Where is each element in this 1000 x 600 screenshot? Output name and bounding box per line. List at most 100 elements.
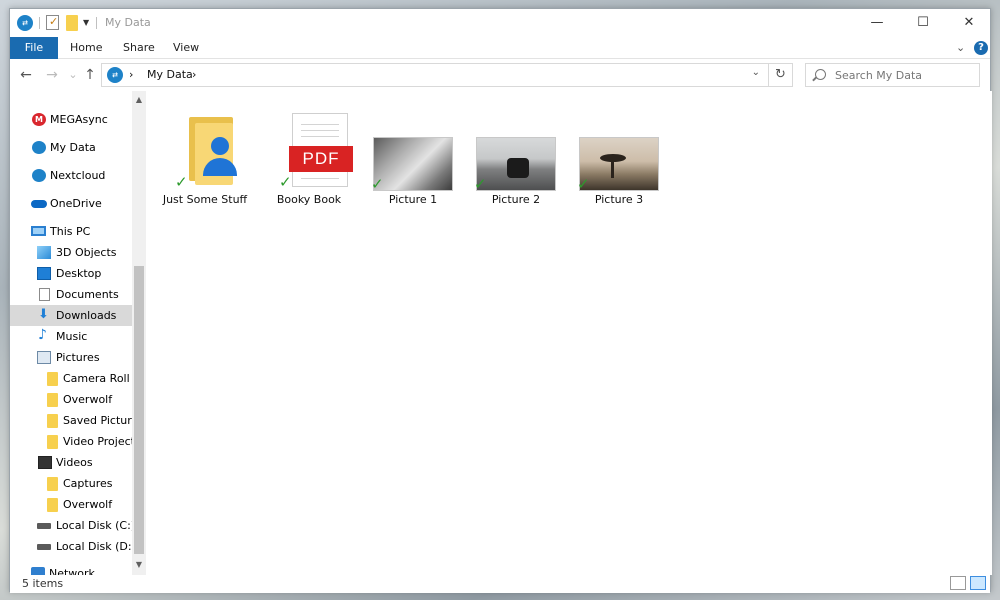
location-icon: ⇄ xyxy=(107,67,123,83)
drive-icon xyxy=(37,523,51,529)
file-tile-picture-1[interactable]: ✓ Picture 1 xyxy=(363,109,463,209)
sidebar-item-label: Captures xyxy=(63,477,113,490)
sidebar-item-label: Desktop xyxy=(56,267,102,280)
sidebar-item-label: Videos xyxy=(56,456,93,469)
tab-view[interactable]: View xyxy=(161,37,211,59)
sync-check-icon: ✓ xyxy=(474,175,487,193)
maximize-button[interactable]: ☐ xyxy=(900,9,946,37)
help-icon[interactable]: ? xyxy=(974,41,988,55)
sidebar-item-downloads[interactable]: ⬇ Downloads xyxy=(10,305,132,326)
tab-share[interactable]: Share xyxy=(111,37,167,59)
search-input[interactable]: Search My Data xyxy=(835,69,922,82)
breadcrumb-separator[interactable]: › xyxy=(129,68,133,81)
sync-check-icon: ✓ xyxy=(175,173,188,191)
sidebar-item-label: Music xyxy=(56,330,88,343)
minimize-button[interactable]: — xyxy=(854,9,900,37)
sidebar-scrollbar[interactable]: ▲ ▼ xyxy=(132,91,146,575)
sidebar-item-label: MEGAsync xyxy=(50,113,108,126)
file-name: Picture 3 xyxy=(594,193,644,206)
video-icon xyxy=(38,456,52,469)
sidebar-item-captures[interactable]: Captures xyxy=(10,473,132,494)
tree-trunk xyxy=(611,160,614,178)
sidebar-item-this-pc[interactable]: This PC xyxy=(10,221,132,242)
sidebar-item-label: Documents xyxy=(56,288,119,301)
file-list: ✓ Just Some Stuff PDF ✓ Booky Book ✓ Pic… xyxy=(146,91,992,575)
file-name: Picture 1 xyxy=(388,193,438,206)
tab-file[interactable]: File xyxy=(10,37,58,59)
file-name: Just Some Stuff xyxy=(162,193,248,206)
close-button[interactable]: ✕ xyxy=(946,9,992,37)
sidebar-item-desktop[interactable]: Desktop xyxy=(10,263,132,284)
app-logo-icon: ⇄ xyxy=(17,15,33,31)
navigation-pane: M MEGAsync My Data Nextcloud OneDrive Th… xyxy=(10,91,146,580)
up-button[interactable]: ↑ xyxy=(80,65,100,85)
sidebar-item-label: Overwolf xyxy=(63,393,113,406)
file-tile-folder[interactable]: ✓ Just Some Stuff xyxy=(155,109,255,209)
sidebar-item-label: Downloads xyxy=(56,309,117,322)
quick-access-dropdown-icon[interactable]: ▼ xyxy=(83,18,89,27)
address-dropdown-icon[interactable]: ⌄ xyxy=(752,67,760,78)
scroll-down-icon[interactable]: ▼ xyxy=(132,558,146,572)
refresh-button[interactable]: ↻ xyxy=(769,63,793,87)
title-bar: ⇄ ▼ My Data — ☐ ✕ xyxy=(10,9,990,37)
sidebar-item-local-disk-d[interactable]: Local Disk (D:) xyxy=(10,536,136,557)
image-thumbnail xyxy=(579,137,659,191)
sidebar-item-label: This PC xyxy=(50,225,91,238)
file-tile-picture-2[interactable]: ✓ Picture 2 xyxy=(466,109,566,209)
sidebar-item-3d-objects[interactable]: 3D Objects xyxy=(10,242,132,263)
nextcloud-icon xyxy=(32,169,46,182)
sidebar-item-overwolf[interactable]: Overwolf xyxy=(10,389,132,410)
document-icon xyxy=(39,288,50,301)
search-icon xyxy=(815,69,826,80)
breadcrumb-trail[interactable]: › xyxy=(192,68,196,81)
mega-icon: M xyxy=(32,113,46,126)
drive-icon xyxy=(37,544,51,550)
properties-icon[interactable] xyxy=(46,15,59,30)
sidebar-item-documents[interactable]: Documents xyxy=(10,284,132,305)
cube-icon xyxy=(37,246,51,259)
file-tile-pdf[interactable]: PDF ✓ Booky Book xyxy=(259,109,359,209)
pdf-icon: PDF xyxy=(289,113,353,187)
scroll-up-icon[interactable]: ▲ xyxy=(132,93,146,107)
file-tile-picture-3[interactable]: ✓ Picture 3 xyxy=(569,109,669,209)
address-bar[interactable]: ⇄ › My Data › ⌄ xyxy=(101,63,769,87)
image-thumbnail xyxy=(373,137,453,191)
file-name: Booky Book xyxy=(276,193,342,206)
ribbon-tabs: File Home Share View ⌄ ? xyxy=(10,37,990,59)
back-button[interactable]: ← xyxy=(16,65,36,85)
sidebar-item-local-disk-c[interactable]: Local Disk (C:) xyxy=(10,515,135,536)
sync-check-icon: ✓ xyxy=(279,173,292,191)
sidebar-item-megasync[interactable]: M MEGAsync xyxy=(10,109,132,130)
pdf-badge: PDF xyxy=(289,146,353,172)
sidebar-item-my-data[interactable]: My Data xyxy=(10,137,132,158)
expand-ribbon-icon[interactable]: ⌄ xyxy=(956,41,965,54)
sidebar-item-video-projects[interactable]: Video Projects xyxy=(10,431,141,452)
new-folder-icon[interactable] xyxy=(66,15,78,31)
status-bar: 5 items xyxy=(10,575,990,593)
computer-icon xyxy=(31,226,46,236)
sidebar-item-camera-roll[interactable]: Camera Roll xyxy=(10,368,132,389)
sidebar-item-nextcloud[interactable]: Nextcloud xyxy=(10,165,132,186)
breadcrumb-my-data[interactable]: My Data xyxy=(147,68,193,81)
sidebar-item-music[interactable]: ♪ Music xyxy=(10,326,132,347)
pictures-icon xyxy=(37,351,51,364)
tab-home[interactable]: Home xyxy=(58,37,114,59)
sidebar-item-label: Video Projects xyxy=(63,435,141,448)
divider xyxy=(39,17,40,29)
sidebar-item-saved-pictures[interactable]: Saved Pictures xyxy=(10,410,144,431)
sidebar-item-pictures[interactable]: Pictures xyxy=(10,347,132,368)
sidebar-item-label: Pictures xyxy=(56,351,100,364)
sidebar-item-onedrive[interactable]: OneDrive xyxy=(10,193,132,214)
scrollbar-thumb[interactable] xyxy=(134,266,144,554)
sidebar-item-label: My Data xyxy=(50,141,96,154)
sidebar-item-overwolf-videos[interactable]: Overwolf xyxy=(10,494,132,515)
file-name: Picture 2 xyxy=(491,193,541,206)
sidebar-item-label: Local Disk (D:) xyxy=(56,540,136,553)
sidebar-item-videos[interactable]: Videos xyxy=(10,452,132,473)
search-box[interactable]: Search My Data xyxy=(805,63,980,87)
forward-button[interactable]: → xyxy=(42,65,62,85)
large-icons-view-icon[interactable] xyxy=(970,576,986,590)
window-title: My Data xyxy=(105,16,151,29)
details-view-icon[interactable] xyxy=(950,576,966,590)
folder-icon xyxy=(47,372,58,386)
